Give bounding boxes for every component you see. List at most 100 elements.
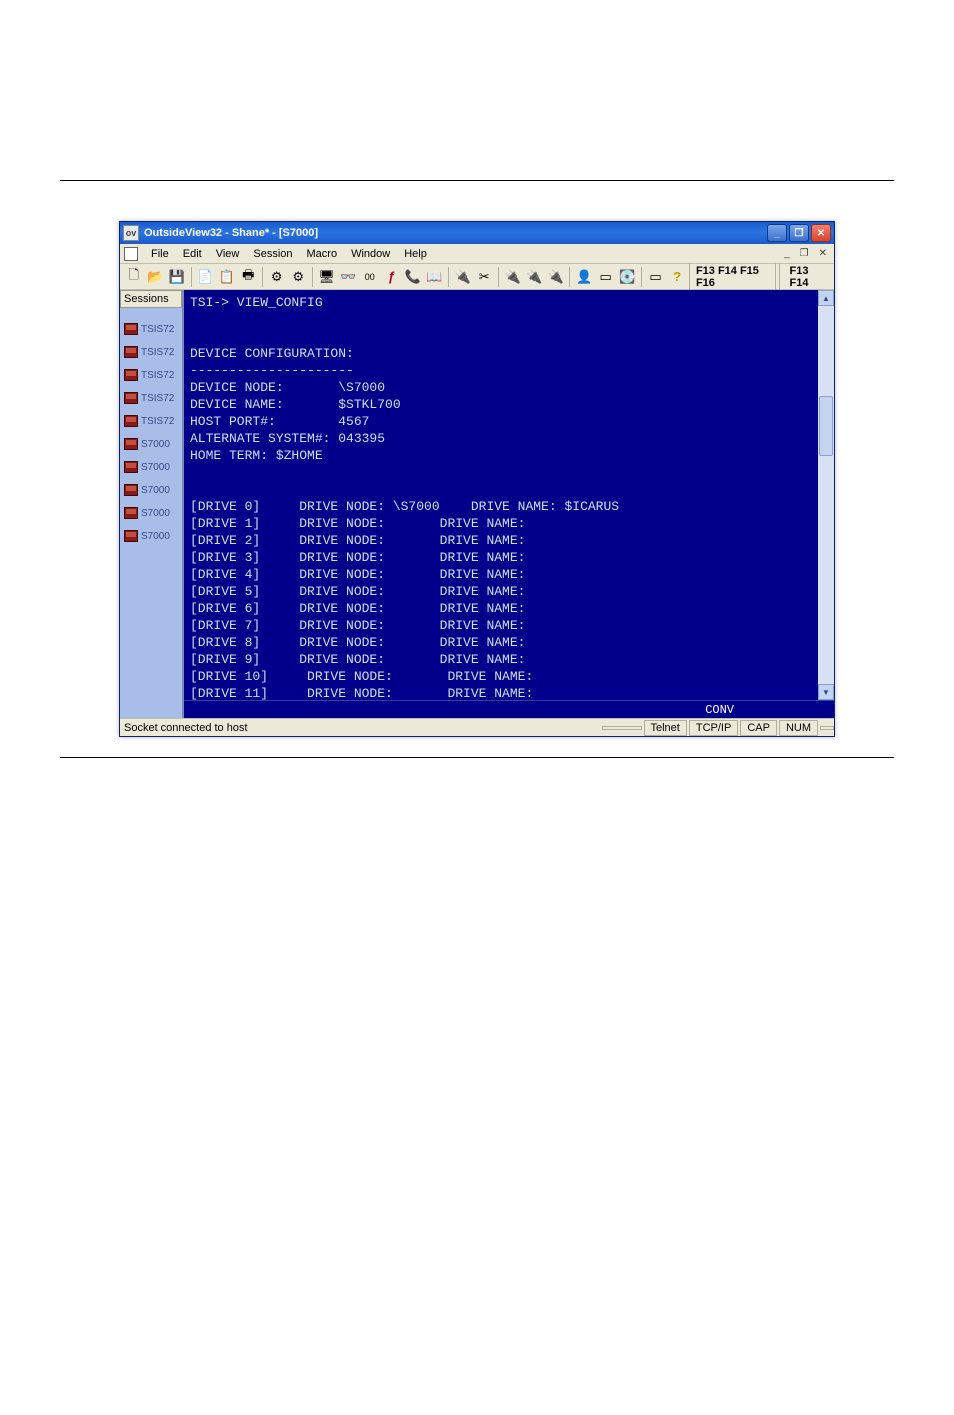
session-label: TSIS72: [141, 416, 174, 427]
copy-icon[interactable]: 📄: [195, 266, 215, 288]
mdi-close[interactable]: ✕: [816, 248, 830, 259]
session-label: S7000: [141, 485, 170, 496]
session-item[interactable]: TSIS72: [120, 410, 182, 433]
sessions-header[interactable]: Sessions: [120, 290, 182, 308]
document-icon[interactable]: [124, 247, 138, 261]
status-cell-cap: CAP: [740, 720, 777, 736]
session-item[interactable]: TSIS72: [120, 387, 182, 410]
app-icon: ov: [123, 225, 139, 241]
menu-file[interactable]: File: [144, 246, 176, 262]
session-label: TSIS72: [141, 393, 174, 404]
workarea: Sessions TSIS72 TSIS72 TSIS72 TSIS72 TSI…: [120, 290, 834, 718]
glasses-icon[interactable]: 👓: [338, 266, 358, 288]
menubar: File Edit View Session Macro Window Help…: [120, 244, 834, 264]
menu-edit[interactable]: Edit: [176, 246, 209, 262]
session-item[interactable]: TSIS72: [120, 341, 182, 364]
session-label: TSIS72: [141, 347, 174, 358]
page-divider-bottom: [60, 757, 894, 758]
vertical-scrollbar[interactable]: ▲ ▼: [818, 290, 834, 700]
session1-icon[interactable]: 🔌: [503, 266, 523, 288]
sessions-panel: Sessions TSIS72 TSIS72 TSIS72 TSIS72 TSI…: [120, 290, 182, 718]
fkey-label[interactable]: F13 F14: [786, 263, 828, 291]
terminal-icon: [124, 392, 138, 404]
mdi-controls: _ ❐ ✕: [781, 248, 830, 259]
scroll-track[interactable]: [818, 306, 834, 684]
terminal-icon: [124, 346, 138, 358]
session-label: S7000: [141, 531, 170, 542]
session-label: TSIS72: [141, 324, 174, 335]
status-cell: [820, 726, 834, 730]
fx-icon[interactable]: ƒ: [381, 266, 401, 288]
maximize-button[interactable]: ❐: [789, 224, 809, 242]
toolbar-separator: [312, 267, 313, 287]
fkeys-left: F13 F14 F15 F16: [689, 263, 777, 291]
terminal-icon: [124, 415, 138, 427]
rect-icon[interactable]: ▭: [646, 266, 666, 288]
settings1-icon[interactable]: ⚙: [267, 266, 287, 288]
session-item[interactable]: S7000: [120, 525, 182, 548]
terminal-wrap: TSI-> VIEW_CONFIG DEVICE CONFIGURATION: …: [182, 290, 834, 718]
terminal-icon: [124, 507, 138, 519]
window-title: OutsideView32 - Shane* - [S7000]: [144, 227, 767, 239]
menu-help[interactable]: Help: [397, 246, 434, 262]
terminal-icon: [124, 484, 138, 496]
terminal-area[interactable]: TSI-> VIEW_CONFIG DEVICE CONFIGURATION: …: [184, 290, 834, 700]
disconnect-icon[interactable]: ✂: [474, 266, 494, 288]
menu-macro[interactable]: Macro: [300, 246, 345, 262]
scroll-thumb[interactable]: [819, 396, 833, 456]
terminal-icon: [124, 530, 138, 542]
status-cell-tcpip: TCP/IP: [689, 720, 738, 736]
menu-session[interactable]: Session: [246, 246, 299, 262]
terminal-icon: [124, 461, 138, 473]
terminal-icon: [124, 369, 138, 381]
help-icon[interactable]: ?: [667, 266, 687, 288]
status-cell-telnet: Telnet: [644, 720, 687, 736]
window-controls: _ ❐ ✕: [767, 224, 831, 242]
fkeys-right: F13 F14: [779, 263, 830, 291]
session-item[interactable]: TSIS72: [120, 318, 182, 341]
minimize-button[interactable]: _: [767, 224, 787, 242]
fkey-label[interactable]: F13 F14 F15 F16: [692, 263, 774, 291]
session-item[interactable]: S7000: [120, 433, 182, 456]
toolbar-separator: [262, 267, 263, 287]
print-icon[interactable]: 🖶: [239, 266, 259, 288]
session-item[interactable]: S7000: [120, 502, 182, 525]
session-item[interactable]: S7000: [120, 479, 182, 502]
menu-window[interactable]: Window: [344, 246, 397, 262]
session3-icon[interactable]: 🔌: [546, 266, 566, 288]
status-message: Socket connected to host: [120, 722, 600, 734]
connect-icon[interactable]: 🔌: [453, 266, 473, 288]
mdi-minimize[interactable]: _: [781, 248, 793, 259]
terminal-icon: [124, 438, 138, 450]
open-icon[interactable]: 📂: [146, 266, 166, 288]
toolbar-separator: [448, 267, 449, 287]
book-icon[interactable]: 📖: [425, 266, 445, 288]
new-icon[interactable]: 🗋: [124, 266, 144, 288]
scroll-down-icon[interactable]: ▼: [818, 684, 834, 700]
monitor-icon[interactable]: 🖥: [317, 266, 337, 288]
session-item[interactable]: S7000: [120, 456, 182, 479]
toolbar-separator: [191, 267, 192, 287]
titlebar[interactable]: ov OutsideView32 - Shane* - [S7000] _ ❐ …: [120, 222, 834, 244]
box-icon[interactable]: ▭: [596, 266, 616, 288]
save-icon[interactable]: 💾: [167, 266, 187, 288]
settings2-icon[interactable]: ⚙: [288, 266, 308, 288]
scroll-up-icon[interactable]: ▲: [818, 290, 834, 306]
phone-icon[interactable]: 📞: [403, 266, 423, 288]
session-label: S7000: [141, 462, 170, 473]
toolbar-separator: [641, 267, 642, 287]
session2-icon[interactable]: 🔌: [524, 266, 544, 288]
user-icon[interactable]: 👤: [574, 266, 594, 288]
status-cell-num: NUM: [779, 720, 818, 736]
mdi-restore[interactable]: ❐: [797, 248, 812, 259]
disk-icon[interactable]: 💽: [617, 266, 637, 288]
bits-icon[interactable]: 00: [360, 266, 380, 288]
status-cell: [602, 726, 642, 730]
menu-view[interactable]: View: [209, 246, 247, 262]
close-button[interactable]: ✕: [811, 224, 831, 242]
terminal-mode: CONV: [184, 700, 834, 718]
toolbar-separator: [498, 267, 499, 287]
session-item[interactable]: TSIS72: [120, 364, 182, 387]
paste-icon[interactable]: 📋: [217, 266, 237, 288]
statusbar: Socket connected to host Telnet TCP/IP C…: [120, 718, 834, 736]
